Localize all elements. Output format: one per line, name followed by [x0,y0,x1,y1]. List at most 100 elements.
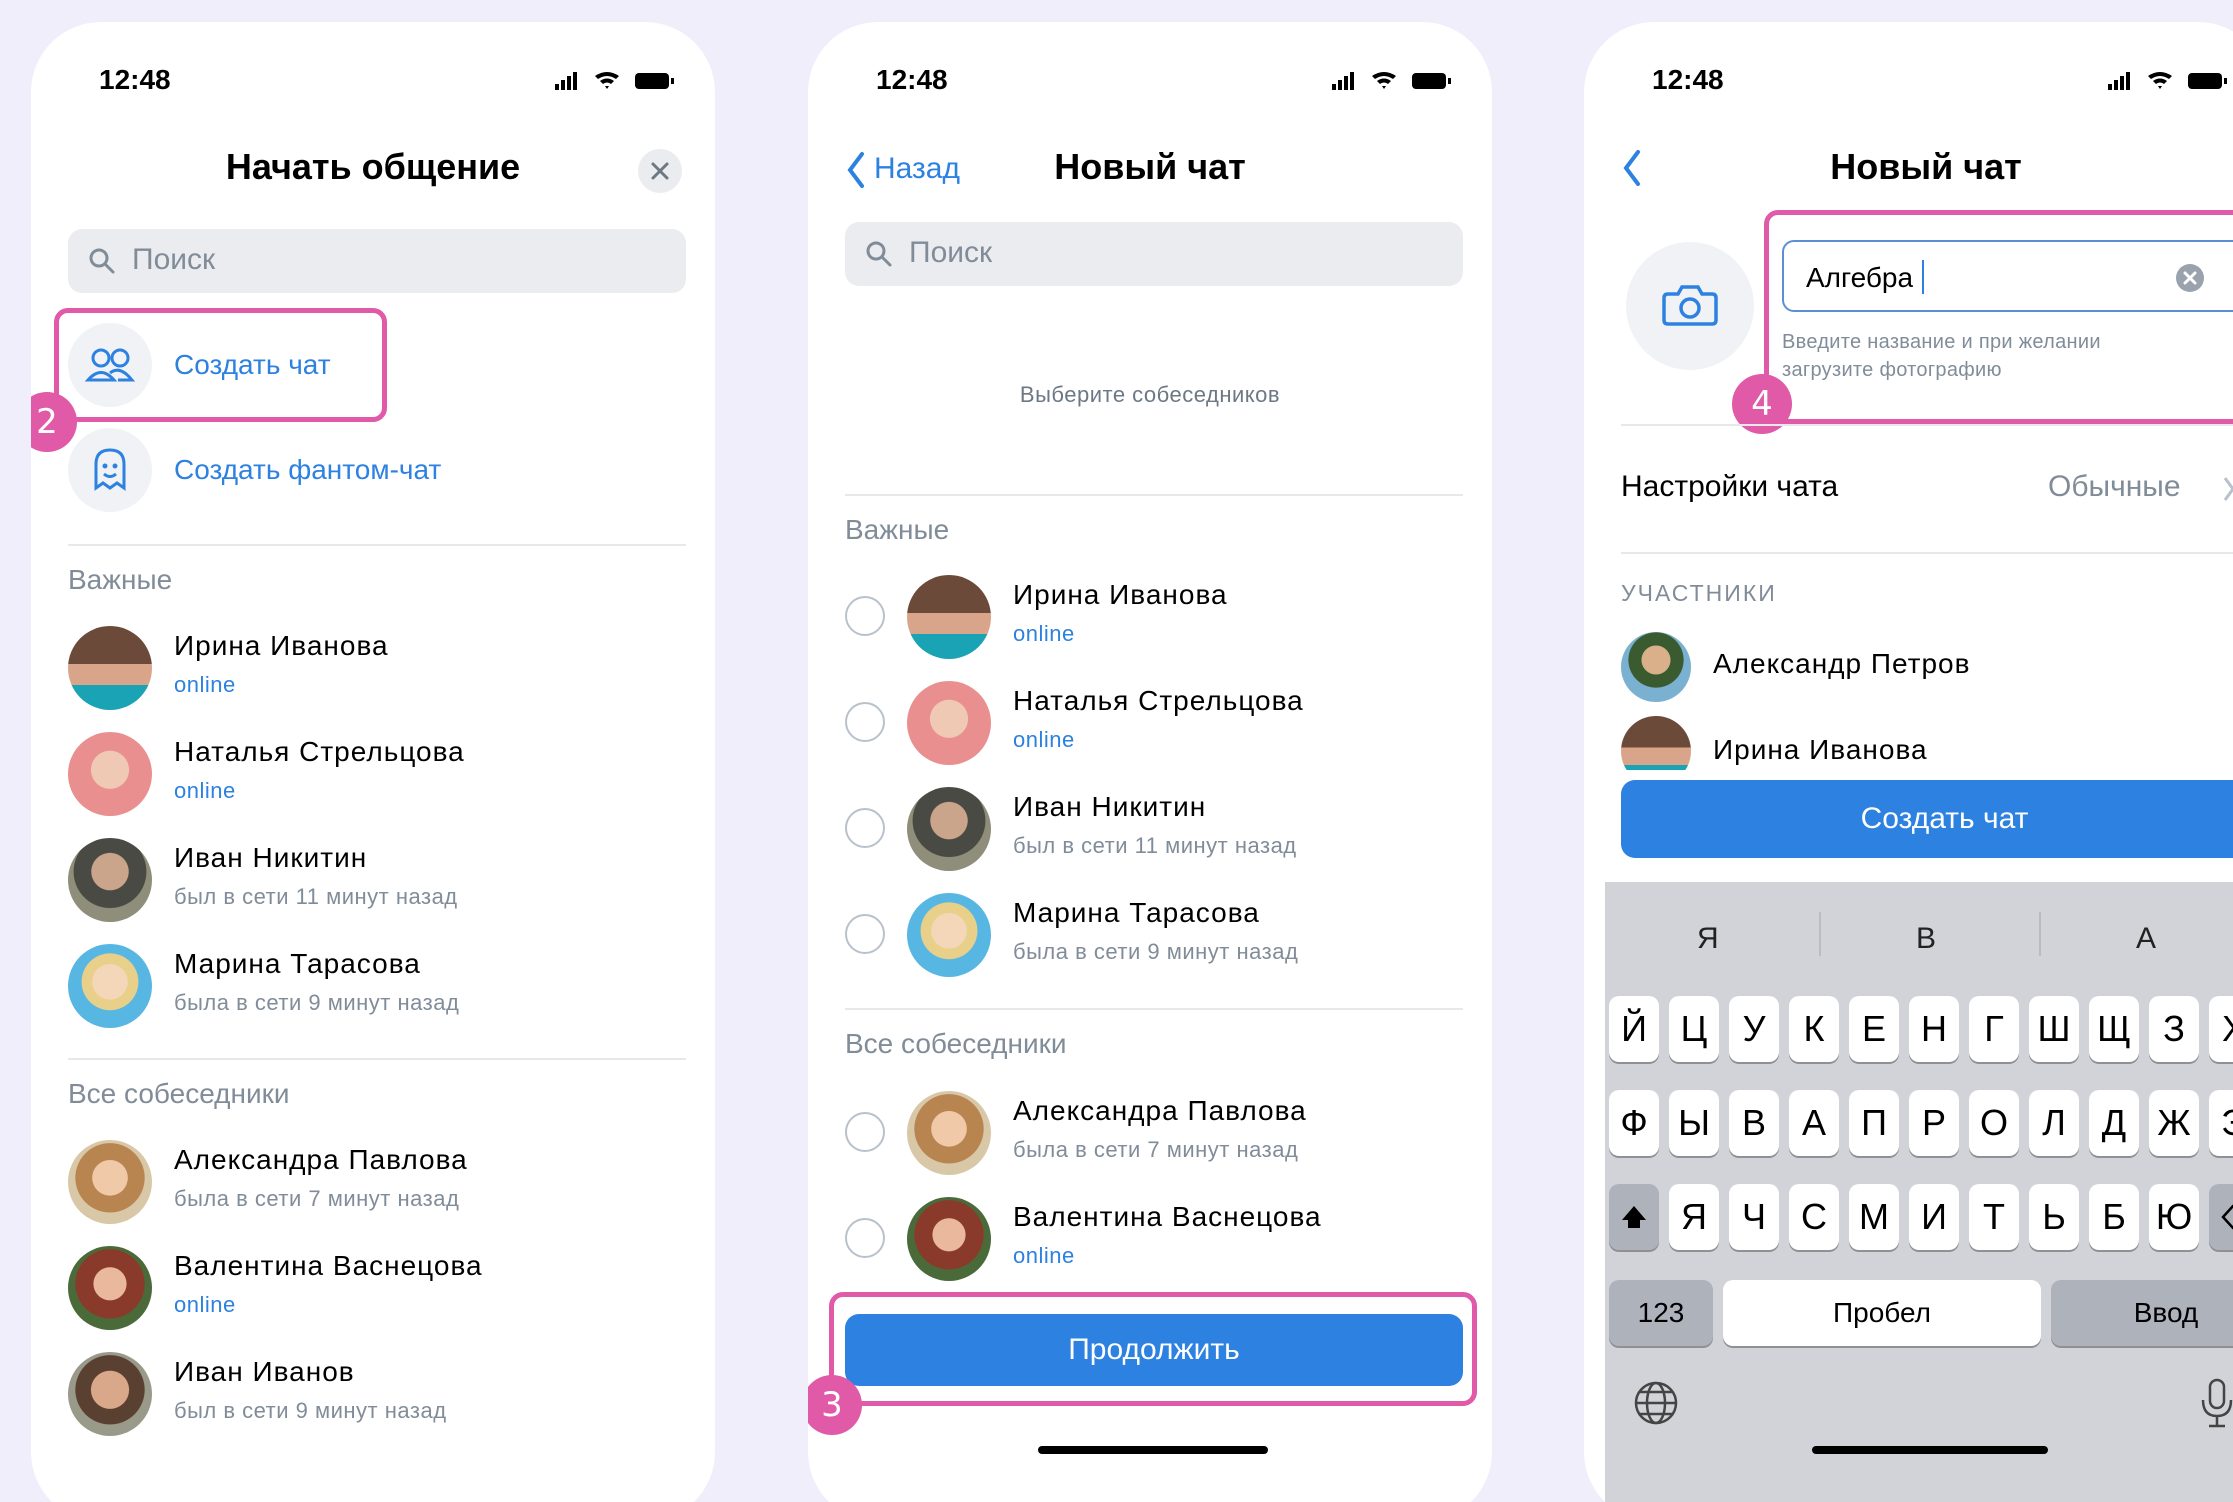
key[interactable]: Л [2029,1090,2079,1156]
key[interactable]: Н [1909,996,1959,1062]
select-radio[interactable] [845,702,885,742]
key[interactable]: Й [1609,996,1659,1062]
key[interactable]: Р [1909,1090,1959,1156]
avatar [907,681,991,765]
avatar [907,1091,991,1175]
select-radio[interactable] [845,914,885,954]
contact-name: Валентина Васнецова [1013,1201,1322,1232]
contact-name: Иван Никитин [174,842,368,873]
key[interactable]: Я [1669,1184,1719,1250]
status-icons [1332,70,1452,97]
key[interactable]: М [1849,1184,1899,1250]
key[interactable]: В [1729,1090,1779,1156]
key[interactable]: Г [1969,996,2019,1062]
key[interactable]: Щ [2089,996,2139,1062]
key[interactable]: П [1849,1090,1899,1156]
search-input[interactable]: Поиск [68,229,686,293]
key[interactable]: О [1969,1090,2019,1156]
participant-row[interactable]: Ирина Иванова [1621,716,2233,770]
key[interactable]: У [1729,996,1779,1062]
key[interactable]: Э [2209,1090,2233,1156]
photo-upload-button[interactable] [1626,242,1754,370]
backspace-icon [2221,1204,2233,1230]
select-radio[interactable] [845,596,885,636]
suggestion[interactable]: А [2136,922,2156,956]
key[interactable]: Ф [1609,1090,1659,1156]
suggestion[interactable]: В [1916,922,1936,956]
create-phantom-chat-item[interactable]: Создать фантом-чат [68,428,648,518]
key[interactable]: Ж [2149,1090,2199,1156]
contact-status: был в сети 11 минут назад [174,884,458,909]
key[interactable]: Б [2089,1184,2139,1250]
screen-new-chat-name: 12:48 Новый чат Алгебра Введите название… [1584,22,2233,1502]
status-time: 12:48 [99,64,171,95]
participant-row[interactable]: Александр Петров [1621,632,2233,704]
key[interactable]: Ы [1669,1090,1719,1156]
contact-status: была в сети 7 минут назад [174,1186,460,1211]
space-key[interactable]: Пробел [1723,1280,2041,1346]
shift-key[interactable] [1609,1184,1659,1250]
contact-status: online [1013,621,1075,646]
contact-name: Ирина Иванова [174,630,389,661]
create-chat-button[interactable]: Создать чат [1621,780,2233,858]
create-phantom-chat-label: Создать фантом-чат [174,454,442,485]
screen-start-conversation: 12:48 Начать общение Поиск Создать чат 2… [31,22,715,1502]
key[interactable]: К [1789,996,1839,1062]
key[interactable]: Ц [1669,996,1719,1062]
contact-status: online [174,672,236,697]
key[interactable]: Ю [2149,1184,2199,1250]
contact-status: был в сети 11 минут назад [1013,833,1297,858]
microphone-button[interactable] [2197,1376,2233,1435]
key[interactable]: Ь [2029,1184,2079,1250]
key[interactable]: Х [2209,996,2233,1062]
page-title: Новый чат [1830,146,2022,187]
participants-header: УЧАСТНИКИ [1621,580,1777,606]
highlight-continue [829,1292,1477,1406]
contact-name: Иван Иванов [174,1356,355,1387]
screen-new-chat-select: 12:48 Назад Новый чат Поиск Выберите соб… [808,22,1492,1502]
signal-wifi-battery-icon [2108,72,2227,90]
contact-name: Иван Никитин [1013,791,1207,822]
select-radio[interactable] [845,808,885,848]
section-all: Все собеседники [68,1078,290,1109]
divider [1819,912,1821,956]
contact-status: online [1013,727,1075,752]
avatar [907,575,991,659]
key[interactable]: И [1909,1184,1959,1250]
key[interactable]: Д [2089,1090,2139,1156]
divider [68,544,686,546]
close-button[interactable] [638,149,682,193]
contact-status: был в сети 9 минут назад [174,1398,447,1423]
globe-button[interactable] [1631,1378,1681,1433]
suggestion[interactable]: Я [1697,922,1719,956]
camera-icon [1662,285,1718,326]
key[interactable]: Ч [1729,1184,1779,1250]
enter-key[interactable]: Ввод [2051,1280,2233,1346]
key[interactable]: Е [1849,996,1899,1062]
select-radio[interactable] [845,1218,885,1258]
search-icon [89,248,115,274]
select-radio[interactable] [845,1112,885,1152]
key[interactable]: С [1789,1184,1839,1250]
chat-settings-value: Обычные [2048,470,2181,503]
avatar [1621,716,1691,770]
key[interactable]: З [2149,996,2199,1062]
numbers-key[interactable]: 123 [1609,1280,1713,1346]
avatar [68,1140,152,1224]
contact-name: Марина Тарасова [1013,897,1260,928]
search-input[interactable]: Поиск [845,222,1463,286]
chat-settings-row[interactable]: Настройки чата Обычные [1621,470,2233,520]
highlight-chat-name [1764,210,2233,424]
divider [845,494,1463,496]
key[interactable]: Ш [2029,996,2079,1062]
keyboard: Я В А Й Ц У К Е Н Г Ш Щ З Х Ф Ы В А П Р … [1605,882,2233,1502]
signal-wifi-battery-icon [1332,72,1451,90]
microphone-icon [2201,1378,2233,1428]
backspace-key[interactable] [2209,1184,2233,1250]
chat-settings-label: Настройки чата [1621,470,1839,503]
search-placeholder: Поиск [909,236,993,269]
divider [2039,912,2041,956]
section-important: Важные [68,564,173,595]
key[interactable]: А [1789,1090,1839,1156]
key[interactable]: Т [1969,1184,2019,1250]
